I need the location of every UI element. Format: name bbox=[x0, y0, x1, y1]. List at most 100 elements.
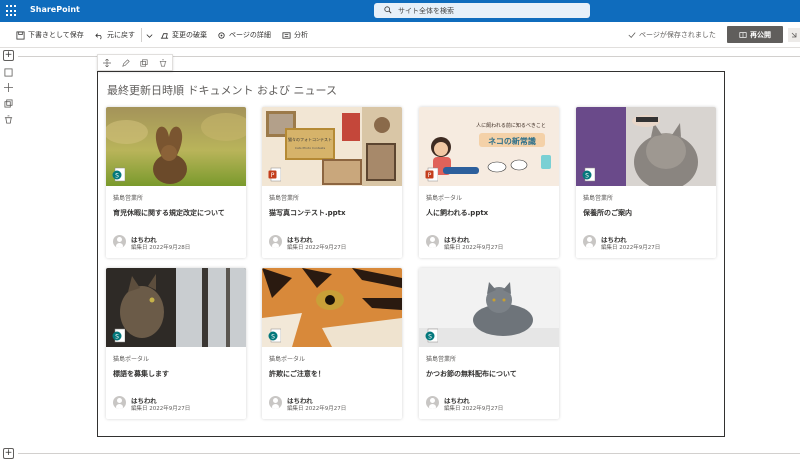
divider bbox=[141, 28, 142, 42]
sharepoint-news-icon: S bbox=[112, 167, 125, 182]
move-icon[interactable] bbox=[4, 83, 13, 92]
svg-text:P: P bbox=[428, 172, 432, 179]
section-toolbar: + + bbox=[0, 48, 18, 461]
edited-date: 編集日 2022年9月27日 bbox=[287, 406, 347, 412]
edited-date: 編集日 2022年9月27日 bbox=[444, 406, 504, 412]
gear-icon bbox=[218, 31, 225, 39]
avatar bbox=[269, 396, 282, 409]
search-placeholder: サイト全体を検索 bbox=[398, 7, 454, 15]
page-details-button[interactable]: ページの詳細 bbox=[217, 30, 271, 40]
avatar bbox=[269, 235, 282, 248]
thumb-text: 猫々のフォトコンテスト bbox=[288, 136, 332, 142]
add-section-bottom-button[interactable]: + bbox=[3, 448, 14, 459]
site-name: 猫島営業所 bbox=[113, 195, 144, 202]
thumb-text: 人に飼われる前に知るべきこと bbox=[476, 122, 546, 129]
thumbnail-tiger-eye bbox=[262, 268, 402, 347]
card-title[interactable]: 許欺にご注意を！ bbox=[269, 369, 325, 379]
duplicate-icon[interactable] bbox=[140, 58, 148, 67]
avatar bbox=[583, 235, 596, 248]
thumbnail-cat-window bbox=[106, 268, 246, 347]
content-card[interactable]: 猫々のフォトコンテスト Cats Photo Contests P 猫島営業所 … bbox=[262, 107, 402, 258]
edit-section-icon[interactable] bbox=[4, 68, 13, 77]
collapse-panel-button[interactable] bbox=[788, 28, 800, 42]
card-title[interactable]: 保養所のご案内 bbox=[583, 208, 632, 218]
command-bar: 下書きとして保存 元に戻す 変更の破棄 ページの詳細 分析 ページが保存されまし… bbox=[0, 22, 800, 48]
analytics-label: 分析 bbox=[294, 31, 308, 39]
avatar bbox=[113, 235, 126, 248]
thumbnail-cat-illustration: 人に飼われる前に知るべきこと ネコの新常識 bbox=[419, 107, 559, 186]
thumbnail-cat-heart-tail bbox=[106, 107, 246, 186]
collapse-icon bbox=[791, 32, 797, 38]
undo-button[interactable]: 元に戻す bbox=[95, 30, 135, 40]
svg-text:S: S bbox=[115, 173, 119, 180]
svg-text:P: P bbox=[271, 172, 275, 179]
save-icon bbox=[16, 30, 25, 40]
thumbnail-grey-cat bbox=[419, 268, 559, 347]
card-title[interactable]: 標語を募集します bbox=[113, 369, 169, 379]
add-section-button[interactable]: + bbox=[3, 50, 14, 61]
svg-text:S: S bbox=[271, 334, 275, 341]
content-card[interactable]: S 猫島営業所 保養所のご案内 はちわれ 編集日 2022年9月27日 bbox=[576, 107, 716, 258]
content-card[interactable]: S 猫島営業所 育児休暇に関する規定改定について はちわれ 編集日 2022年9… bbox=[106, 107, 246, 258]
edited-date: 編集日 2022年9月27日 bbox=[601, 245, 661, 251]
delete-icon[interactable] bbox=[4, 115, 13, 124]
edit-pencil-icon[interactable] bbox=[122, 58, 130, 67]
undo-label: 元に戻す bbox=[107, 31, 135, 39]
publish-icon bbox=[739, 31, 747, 38]
analytics-button[interactable]: 分析 bbox=[282, 30, 308, 40]
duplicate-icon[interactable] bbox=[4, 99, 13, 108]
undo-menu-button[interactable] bbox=[145, 30, 154, 40]
site-name: 猫島営業所 bbox=[426, 356, 457, 363]
powerpoint-file-icon: P bbox=[425, 167, 438, 182]
card-title[interactable]: かつお節の無料配布について bbox=[426, 369, 517, 379]
sharepoint-news-icon: S bbox=[112, 328, 125, 343]
republish-button[interactable]: 再公開 bbox=[727, 26, 783, 43]
sharepoint-news-icon: S bbox=[425, 328, 438, 343]
sharepoint-news-icon: S bbox=[582, 167, 595, 182]
edited-date: 編集日 2022年9月27日 bbox=[444, 245, 504, 251]
thumbnail-photo-contest: 猫々のフォトコンテスト Cats Photo Contests bbox=[262, 107, 402, 186]
svg-text:S: S bbox=[428, 334, 432, 341]
powerpoint-file-icon: P bbox=[268, 167, 281, 182]
site-name: 猫島営業所 bbox=[269, 195, 300, 202]
save-status-text: ページが保存されました bbox=[639, 31, 716, 39]
card-title[interactable]: 猫写真コンテスト.pptx bbox=[269, 208, 346, 218]
thumb-subtext: ネコの新常識 bbox=[488, 136, 536, 146]
brand-title[interactable]: SharePoint bbox=[30, 5, 80, 14]
edited-date: 編集日 2022年9月27日 bbox=[287, 245, 347, 251]
delete-icon[interactable] bbox=[159, 58, 167, 67]
thumb-subtext: Cats Photo Contests bbox=[295, 146, 326, 150]
analytics-icon bbox=[282, 31, 291, 39]
save-draft-button[interactable]: 下書きとして保存 bbox=[16, 30, 84, 40]
edited-date: 編集日 2022年9月28日 bbox=[131, 245, 191, 251]
page-details-label: ページの詳細 bbox=[229, 31, 271, 39]
move-icon[interactable] bbox=[103, 58, 112, 67]
content-card[interactable]: S 猫島ポータル 許欺にご注意を！ はちわれ 編集日 2022年9月27日 bbox=[262, 268, 402, 419]
site-name: 猫島ポータル bbox=[269, 356, 306, 363]
content-card[interactable]: 人に飼われる前に知るべきこと ネコの新常識 P 猫島ポータル 人に飼われる.pp… bbox=[419, 107, 559, 258]
sharepoint-news-icon: S bbox=[268, 328, 281, 343]
edited-date: 編集日 2022年9月27日 bbox=[131, 406, 191, 412]
webpart-toolbar bbox=[97, 54, 173, 71]
content-card[interactable]: S 猫島ポータル 標語を募集します はちわれ 編集日 2022年9月27日 bbox=[106, 268, 246, 419]
thumbnail-cat-brushed bbox=[576, 107, 716, 186]
card-title[interactable]: 人に飼われる.pptx bbox=[426, 208, 488, 218]
avatar bbox=[426, 235, 439, 248]
card-title[interactable]: 育児休暇に関する規定改定について bbox=[113, 208, 225, 218]
webpart-title: 最終更新日時順 ドキュメント および ニュース bbox=[107, 84, 337, 97]
content-card[interactable]: S 猫島営業所 かつお節の無料配布について はちわれ 編集日 2022年9月27… bbox=[419, 268, 559, 419]
avatar bbox=[426, 396, 439, 409]
discard-changes-button[interactable]: 変更の破棄 bbox=[160, 30, 207, 40]
republish-label: 再公開 bbox=[750, 30, 771, 39]
site-name: 猫島ポータル bbox=[113, 356, 150, 363]
search-icon bbox=[384, 6, 392, 14]
discard-icon bbox=[160, 32, 169, 39]
check-icon bbox=[628, 32, 636, 38]
app-launcher-icon[interactable] bbox=[6, 5, 18, 17]
save-status: ページが保存されました bbox=[628, 30, 716, 40]
search-box[interactable]: サイト全体を検索 bbox=[374, 3, 590, 18]
site-name: 猫島ポータル bbox=[426, 195, 463, 202]
chevron-down-icon bbox=[146, 33, 153, 38]
avatar bbox=[113, 396, 126, 409]
section-bottom-line bbox=[18, 453, 800, 454]
